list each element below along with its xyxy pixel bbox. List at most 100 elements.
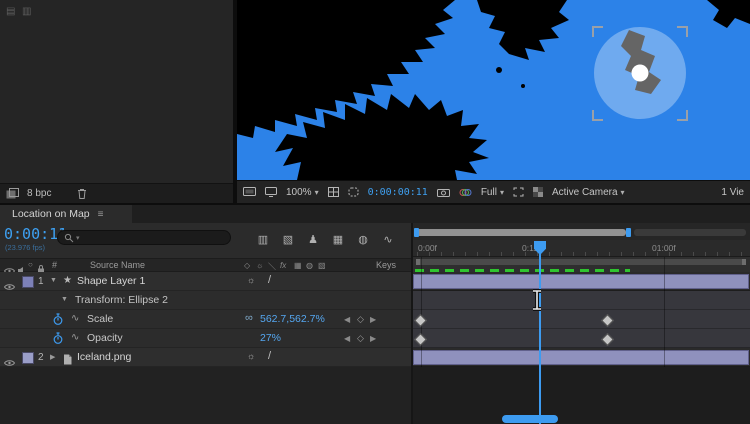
- graph-editor-set-icon[interactable]: ∿: [71, 332, 79, 343]
- search-options-caret-icon[interactable]: ▾: [76, 234, 80, 242]
- shy-layers-icon[interactable]: ♟: [303, 231, 323, 247]
- comp-canvas: [237, 0, 750, 180]
- ruler-label-2: 01:00f: [652, 243, 676, 253]
- viewer-timecode[interactable]: 0:00:00:11: [368, 187, 428, 198]
- resolution-dropdown[interactable]: Full ▾: [481, 187, 504, 198]
- twirl-closed-icon[interactable]: ▶: [50, 353, 55, 361]
- row-separator: [413, 328, 750, 329]
- switch-col-frame-blend-icon: ▦: [294, 261, 302, 270]
- frame-rate-label: (23.976 fps): [5, 243, 45, 252]
- project-panel-tab-icon-2[interactable]: ▥: [22, 6, 31, 17]
- navigator-start-handle[interactable]: [414, 228, 419, 237]
- region-of-interest-icon[interactable]: [513, 187, 524, 197]
- switch-col-rasterize-icon: ☼: [256, 261, 263, 270]
- switch-col-motion-blur-icon: ◍: [306, 261, 313, 270]
- property-row-scale[interactable]: ∿ Scale ∞ 562.7,562.7% ◀ ◇ ▶: [0, 310, 411, 329]
- row-separator: [413, 347, 750, 348]
- scale-value[interactable]: 562.7,562.7%: [260, 313, 325, 325]
- view-layout-dropdown[interactable]: 1 Vie: [721, 187, 744, 198]
- switch-col-collapse-icon: ◇: [244, 261, 250, 270]
- switch-col-fx-icon: fx: [280, 261, 286, 270]
- column-source-name[interactable]: Source Name: [90, 260, 145, 270]
- property-row-opacity[interactable]: ∿ Opacity 27% ◀ ◇ ▶: [0, 329, 411, 348]
- current-time-indicator-line[interactable]: [539, 241, 541, 424]
- work-area-start-handle[interactable]: [416, 259, 420, 265]
- viewer-toolbar: 100% ▾ 0:00:00:11 Full ▾ Active Camera ▾…: [237, 180, 750, 203]
- graph-editor-set-icon[interactable]: ∿: [71, 313, 79, 324]
- quality-switch[interactable]: /: [268, 350, 271, 362]
- view-layout-value: 1 Vie: [721, 187, 744, 198]
- graph-editor-icon[interactable]: ∿: [378, 231, 398, 247]
- solo-column-icon: ○: [28, 260, 33, 269]
- timeline-search-input[interactable]: ▾: [57, 230, 231, 245]
- frame-blending-icon[interactable]: ▦: [328, 231, 348, 247]
- timeline-column-header: ○ # Source Name ◇ ☼ ＼ fx ▦ ◍ ▧ Keys: [0, 258, 411, 272]
- after-effects-window: ▤ ▥ 8 bpc: [0, 0, 750, 424]
- mask-visibility-icon[interactable]: [348, 187, 359, 197]
- layer-row-shape-layer-1[interactable]: 1 ▼ ★ Shape Layer 1 ☼ /: [0, 272, 411, 291]
- prev-keyframe-icon[interactable]: ◀: [344, 334, 350, 343]
- time-navigator-track[interactable]: [634, 229, 746, 236]
- opacity-value[interactable]: 27%: [260, 332, 281, 344]
- main-monitor-icon[interactable]: [265, 187, 277, 197]
- track-rows-properties[interactable]: [413, 291, 750, 348]
- switch-col-3d-icon: ▧: [318, 261, 326, 270]
- island-dot: [496, 67, 502, 73]
- transparency-grid-icon[interactable]: [533, 187, 543, 197]
- next-keyframe-icon[interactable]: ▶: [370, 334, 376, 343]
- group-name[interactable]: Transform: Ellipse 2: [75, 294, 168, 306]
- timeline-left-empty-area: [0, 367, 411, 424]
- project-panel-footer: 8 bpc: [0, 183, 233, 203]
- navigator-end-handle[interactable]: [626, 228, 631, 237]
- layer-duration-bar-shape-layer-1[interactable]: [413, 274, 749, 289]
- time-ruler[interactable]: [413, 240, 750, 257]
- layer-number: 2: [38, 352, 44, 363]
- layer-color-chip[interactable]: [22, 352, 34, 364]
- property-name[interactable]: Opacity: [87, 332, 123, 344]
- island-dot-2: [521, 84, 525, 88]
- work-area-bar[interactable]: [416, 259, 746, 265]
- column-keys: Keys: [376, 260, 396, 270]
- twirl-open-icon[interactable]: ▼: [61, 296, 68, 303]
- property-name[interactable]: Scale: [87, 313, 113, 325]
- collapse-transformations-switch[interactable]: ☼: [247, 351, 255, 361]
- layer-duration-bar-iceland-png[interactable]: [413, 350, 749, 365]
- next-keyframe-icon[interactable]: ▶: [370, 315, 376, 324]
- prev-keyframe-icon[interactable]: ◀: [344, 315, 350, 324]
- composition-viewport[interactable]: [237, 0, 750, 180]
- composition-panel: 100% ▾ 0:00:00:11 Full ▾ Active Camera ▾…: [237, 0, 750, 203]
- draft-3d-icon[interactable]: ▧: [278, 231, 298, 247]
- always-preview-icon[interactable]: [243, 187, 256, 197]
- constrain-proportions-icon[interactable]: ∞: [245, 312, 253, 324]
- add-keyframe-icon[interactable]: ◇: [357, 333, 364, 344]
- snapshot-camera-icon[interactable]: [437, 188, 450, 197]
- 3d-view-dropdown[interactable]: Active Camera ▾: [552, 187, 625, 198]
- layer-name[interactable]: Shape Layer 1: [77, 275, 145, 287]
- grid-guides-icon[interactable]: [328, 187, 339, 197]
- color-depth-icon[interactable]: [6, 188, 19, 199]
- time-navigator-thumb[interactable]: [416, 229, 626, 236]
- magnification-dropdown[interactable]: 100% ▾: [286, 187, 319, 198]
- show-channels-icon[interactable]: [459, 188, 472, 197]
- bit-depth-label[interactable]: 8 bpc: [27, 188, 51, 199]
- map-location-dot[interactable]: [632, 65, 649, 82]
- timeline-zoom-scrollbar-thumb[interactable]: [502, 415, 558, 423]
- work-area-end-handle[interactable]: [742, 259, 746, 265]
- column-number: #: [52, 260, 57, 270]
- trash-icon[interactable]: [77, 188, 87, 199]
- twirl-open-icon[interactable]: ▼: [50, 277, 57, 284]
- layer-name[interactable]: Iceland.png: [77, 351, 131, 363]
- quality-switch[interactable]: /: [268, 274, 271, 286]
- mini-flowchart-icon[interactable]: ▥: [253, 231, 273, 247]
- layer-row-iceland-png[interactable]: 2 ▶ Iceland.png ☼ /: [0, 348, 411, 367]
- motion-blur-icon[interactable]: ◍: [353, 231, 373, 247]
- tab-location-on-map[interactable]: Location on Map ≡: [0, 205, 132, 223]
- group-row-transform-ellipse-2[interactable]: ▼ Transform: Ellipse 2: [0, 291, 411, 310]
- shape-layer-icon: ★: [63, 275, 72, 286]
- add-keyframe-icon[interactable]: ◇: [357, 314, 364, 325]
- project-panel-tab-icon[interactable]: ▤: [6, 6, 15, 17]
- panel-menu-icon[interactable]: ≡: [98, 209, 104, 220]
- layer-color-chip[interactable]: [22, 276, 34, 288]
- collapse-transformations-switch[interactable]: ☼: [247, 275, 255, 285]
- track-empty-area: [413, 367, 750, 424]
